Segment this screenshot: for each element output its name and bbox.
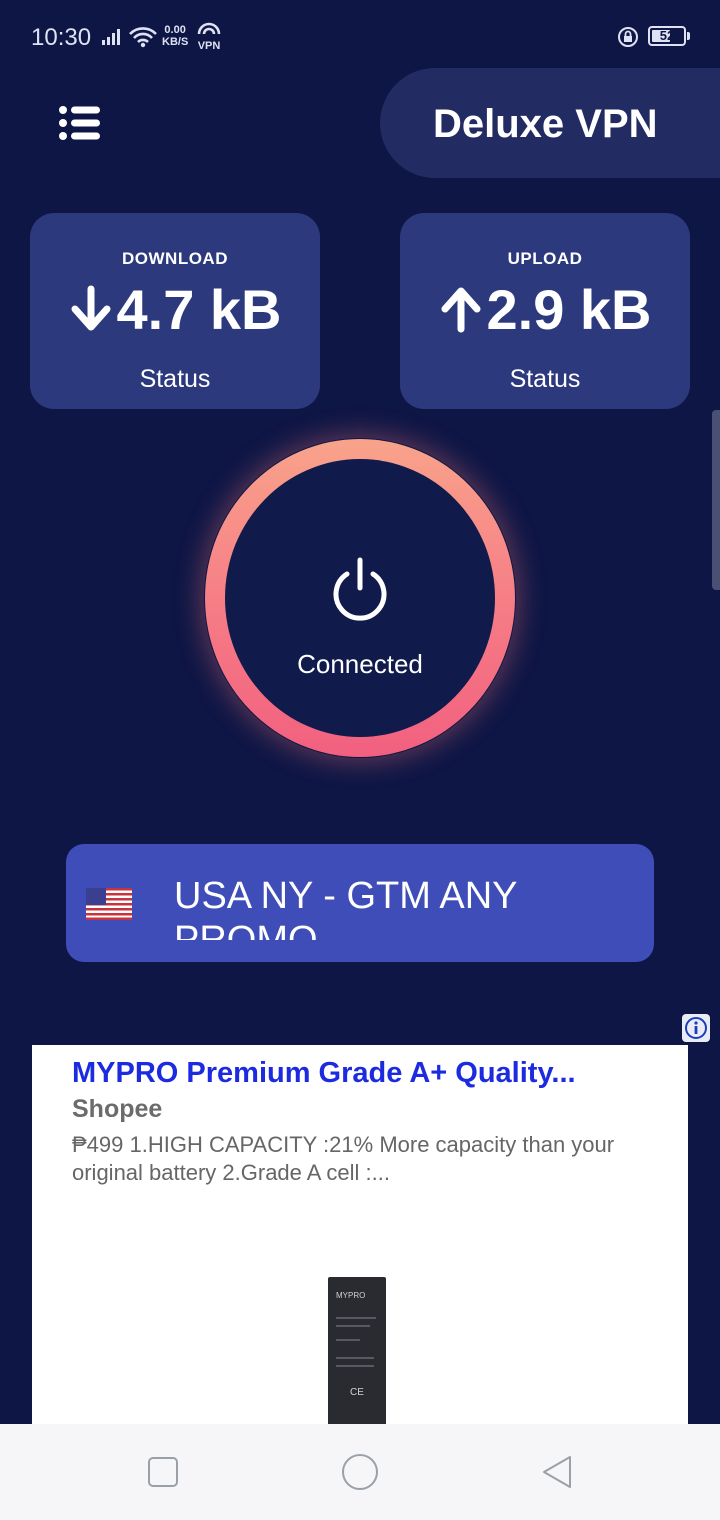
lock-rotation-icon: [617, 26, 639, 53]
us-flag-icon: [86, 888, 132, 920]
power-ring-inner: Connected: [225, 459, 495, 737]
download-status: Status: [139, 365, 211, 393]
back-icon[interactable]: [540, 1454, 574, 1490]
wifi-icon: [128, 26, 158, 53]
ad-product-line: [336, 1325, 370, 1327]
battery-percent: 52: [659, 28, 675, 43]
ad-product-line: [336, 1357, 374, 1359]
power-icon: [333, 557, 387, 621]
ad-description: ₱499 1.HIGH CAPACITY :21% More capacity …: [72, 1132, 615, 1185]
signal-icon: [102, 28, 122, 51]
ad-advertiser: Shopee: [72, 1095, 163, 1123]
ad-product-ce-mark: CE: [350, 1387, 364, 1398]
server-select-button[interactable]: USA NY - GTM ANY PROMO: [66, 844, 654, 962]
server-name: USA NY - GTM ANY PROMO: [174, 875, 517, 940]
download-card: DOWNLOAD 4.7 kB Status: [30, 213, 320, 409]
download-value-row: 4.7 kB: [30, 277, 320, 341]
status-bar: 10:30 0.00 KB/S VPN 52: [0, 0, 720, 74]
ad-product-brand: MYPRO: [336, 1291, 366, 1300]
ad-banner[interactable]: MYPRO Premium Grade A+ Quality... Shopee…: [32, 1045, 688, 1465]
ad-info-button[interactable]: [682, 1014, 710, 1042]
arrow-up-icon: [441, 287, 480, 333]
connection-status: Connected: [297, 649, 423, 679]
ad-product-line: [336, 1365, 374, 1367]
vpn-status-label: VPN: [197, 40, 221, 52]
upload-value-row: 2.9 kB: [400, 277, 690, 341]
info-icon: [685, 1017, 707, 1039]
upload-card: UPLOAD 2.9 kB Status: [400, 213, 690, 409]
app-title-pill: Deluxe VPN: [380, 68, 720, 178]
home-icon[interactable]: [342, 1454, 378, 1490]
app-screen: 10:30 0.00 KB/S VPN 52 Deluxe VPN DOWNLO…: [0, 0, 720, 1520]
menu-button[interactable]: [58, 104, 102, 142]
network-speed-value: 0.00: [164, 24, 186, 36]
upload-status: Status: [509, 365, 581, 393]
ad-product-line: [336, 1317, 376, 1319]
battery-cap: [687, 32, 690, 40]
upload-label: UPLOAD: [507, 249, 583, 268]
battery-icon: 52: [648, 26, 686, 46]
download-label: DOWNLOAD: [122, 249, 228, 268]
arrow-down-icon: [71, 285, 110, 331]
connect-button[interactable]: Connected: [200, 434, 520, 764]
ad-product-image[interactable]: MYPRO CE: [328, 1277, 386, 1437]
network-speed-unit: KB/S: [162, 36, 189, 48]
vpn-key-icon: VPN: [196, 22, 222, 52]
ad-title[interactable]: MYPRO Premium Grade A+ Quality...: [72, 1057, 672, 1090]
status-time: 10:30: [31, 24, 92, 51]
menu-list-icon: [59, 106, 100, 140]
ad-product-line: [336, 1339, 360, 1341]
upload-value: 2.9 kB: [486, 277, 652, 341]
system-nav-bar: [0, 1424, 720, 1520]
app-title: Deluxe VPN: [433, 102, 658, 146]
power-ring: Connected: [205, 439, 515, 757]
recent-apps-icon[interactable]: [148, 1457, 178, 1487]
scroll-indicator[interactable]: [712, 410, 720, 590]
network-speed: 0.00 KB/S: [162, 24, 188, 48]
download-value: 4.7 kB: [116, 277, 282, 341]
